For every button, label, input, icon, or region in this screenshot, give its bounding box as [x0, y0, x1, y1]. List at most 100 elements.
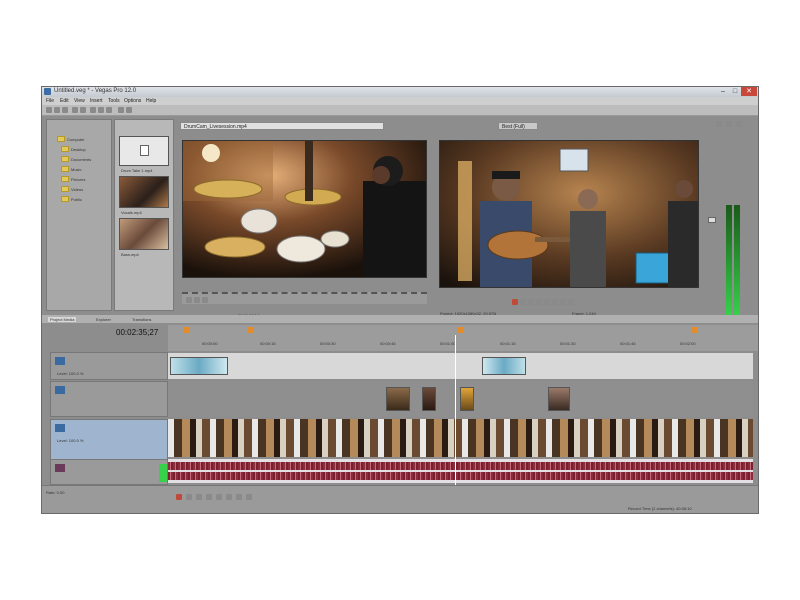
folder-icon[interactable] [61, 146, 69, 152]
main-toolbar [42, 105, 758, 116]
explorer-item[interactable]: Desktop [71, 147, 86, 152]
properties-icon[interactable] [126, 107, 132, 113]
master-fader[interactable] [708, 217, 716, 223]
explorer-item[interactable]: Documents [71, 157, 91, 162]
video-clip[interactable] [422, 387, 436, 411]
media-thumb-video[interactable] [119, 218, 169, 250]
go-end-icon[interactable] [246, 494, 252, 500]
marker[interactable] [692, 327, 697, 333]
folder-icon[interactable] [57, 136, 65, 142]
loop-icon[interactable] [202, 297, 208, 303]
copy-icon[interactable] [98, 107, 104, 113]
media-thumb-video[interactable] [119, 176, 169, 208]
video-clip[interactable] [482, 357, 526, 375]
menu-options[interactable]: Options [124, 97, 141, 105]
close-button[interactable]: ✕ [741, 87, 757, 96]
play-icon[interactable] [186, 297, 192, 303]
next-frame-icon[interactable] [568, 299, 574, 305]
marker[interactable] [458, 327, 463, 333]
tab-transitions[interactable]: Transitions [132, 317, 151, 322]
app-icon [44, 88, 51, 95]
tab-project-media[interactable]: Project Media [48, 317, 77, 322]
trimmer-video[interactable] [182, 140, 427, 278]
preview-quality-select[interactable]: Best (Full) [498, 122, 538, 130]
cut-icon[interactable] [90, 107, 96, 113]
menu-tools[interactable]: Tools [108, 97, 120, 105]
fx-icon[interactable] [716, 121, 722, 127]
stop-icon[interactable] [194, 297, 200, 303]
track-level: Level: 100.0 % [57, 438, 84, 443]
explorer-item[interactable]: Computer [67, 137, 85, 142]
prev-frame-icon[interactable] [560, 299, 566, 305]
play-icon[interactable] [206, 494, 212, 500]
explorer-item[interactable]: Public [71, 197, 82, 202]
explorer-item[interactable]: Videos [71, 187, 83, 192]
track-header-3-selected[interactable]: Level: 100.0 % [50, 419, 168, 463]
playhead[interactable] [455, 335, 456, 485]
play-start-icon[interactable] [528, 299, 534, 305]
minimize-button[interactable]: – [718, 87, 728, 96]
track-header-1[interactable]: Level: 100.0 % [50, 352, 168, 380]
undo-icon[interactable] [72, 107, 78, 113]
menu-file[interactable]: File [46, 97, 54, 105]
play-start-icon[interactable] [196, 494, 202, 500]
menu-help[interactable]: Help [146, 97, 156, 105]
video-clip[interactable] [548, 387, 570, 411]
explorer-item[interactable]: Pictures [71, 177, 85, 182]
menu-insert[interactable]: Insert [90, 97, 103, 105]
right-level-meter [734, 205, 740, 315]
video-clip[interactable] [386, 387, 410, 411]
track-header-audio[interactable] [50, 459, 168, 485]
timeline-ruler[interactable]: 00:00:00 00:00:15 00:00:30 00:00:45 00:0… [168, 325, 758, 351]
record-icon[interactable] [176, 494, 182, 500]
stop-icon[interactable] [552, 299, 558, 305]
track-lane-audio[interactable] [168, 459, 753, 483]
redo-icon[interactable] [80, 107, 86, 113]
explorer-item[interactable]: Music [71, 167, 81, 172]
marker[interactable] [184, 327, 189, 333]
loop-icon[interactable] [520, 299, 526, 305]
play-icon[interactable] [536, 299, 542, 305]
ruler-label: 00:01:45 [620, 341, 636, 346]
pause-icon[interactable] [216, 494, 222, 500]
maximize-button[interactable]: □ [730, 87, 740, 96]
audio-level-meter [159, 464, 167, 482]
track-lane-1[interactable] [168, 353, 753, 379]
video-clip[interactable] [170, 357, 228, 375]
ruler-label: 00:00:15 [260, 341, 276, 346]
track-lane-3-video-frames[interactable] [168, 419, 753, 457]
preview-transport [512, 297, 612, 307]
go-start-icon[interactable] [236, 494, 242, 500]
rate-label: Rate: 0.00 [46, 490, 65, 495]
audio-track-icon [55, 464, 65, 472]
folder-icon[interactable] [61, 166, 69, 172]
video-clip[interactable] [460, 387, 474, 411]
stop-icon[interactable] [226, 494, 232, 500]
folder-icon[interactable] [61, 186, 69, 192]
menu-view[interactable]: View [74, 97, 85, 105]
track-lane-2[interactable] [168, 381, 753, 417]
open-icon[interactable] [54, 107, 60, 113]
save-icon[interactable] [62, 107, 68, 113]
media-thumb-audio[interactable] [119, 136, 169, 166]
solo-icon[interactable] [736, 121, 742, 127]
render-icon[interactable] [118, 107, 124, 113]
folder-icon[interactable] [61, 196, 69, 202]
tab-explorer[interactable]: Explorer [96, 317, 111, 322]
new-icon[interactable] [46, 107, 52, 113]
timeline-timecode: 00:02:35;27 [116, 328, 159, 337]
trimmer-file-field[interactable]: DrumCam_Livesession.mp4 [180, 122, 384, 130]
loop-icon[interactable] [186, 494, 192, 500]
preview-video[interactable] [439, 140, 699, 288]
marker[interactable] [248, 327, 253, 333]
paste-icon[interactable] [106, 107, 112, 113]
record-time-label: Record Time (2 channels): 40:08:10 [628, 506, 692, 511]
track-header-2[interactable] [50, 381, 168, 417]
mute-icon[interactable] [726, 121, 732, 127]
explorer-panel: Computer Desktop Documents Music Picture… [46, 119, 112, 311]
record-icon[interactable] [512, 299, 518, 305]
pause-icon[interactable] [544, 299, 550, 305]
folder-icon[interactable] [61, 156, 69, 162]
folder-icon[interactable] [61, 176, 69, 182]
menu-edit[interactable]: Edit [60, 97, 69, 105]
